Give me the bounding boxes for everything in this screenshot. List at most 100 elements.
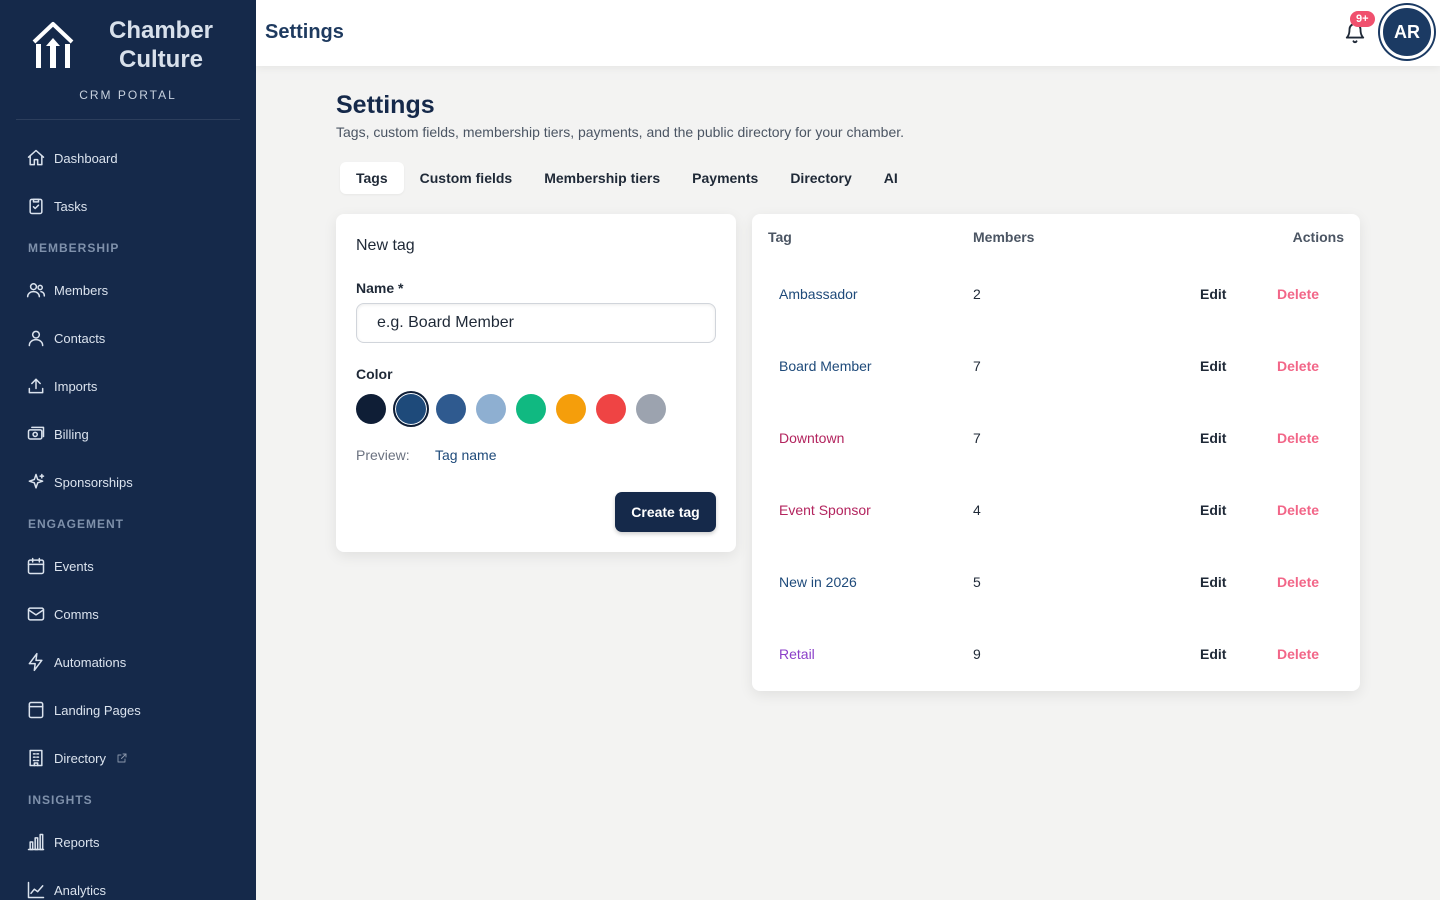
sidebar-item-label: Comms [54, 606, 99, 622]
member-count: 7 [973, 430, 981, 446]
tab-payments[interactable]: Payments [676, 162, 774, 194]
sidebar-item-comms[interactable]: Comms [0, 590, 256, 638]
tag-name: Event Sponsor [779, 502, 871, 518]
member-count: 4 [973, 502, 981, 518]
create-tag-button[interactable]: Create tag [615, 492, 716, 532]
tab-ai[interactable]: AI [868, 162, 914, 194]
sidebar-item-billing[interactable]: Billing [0, 410, 256, 458]
sidebar-section-engagement: ENGAGEMENT [28, 517, 125, 531]
color-swatch[interactable] [436, 394, 466, 424]
sidebar-item-label: Imports [54, 378, 98, 394]
building-icon [29, 749, 43, 767]
color-swatch[interactable] [596, 394, 626, 424]
edit-button[interactable]: Edit [1200, 646, 1226, 662]
sidebar-item-label: Directory [54, 750, 107, 766]
tag-name: Retail [779, 646, 815, 662]
sidebar-section-insights: INSIGHTS [28, 793, 93, 807]
delete-button[interactable]: Delete [1277, 286, 1319, 302]
color-swatch[interactable] [636, 394, 666, 424]
calendar-icon [27, 557, 45, 575]
delete-button[interactable]: Delete [1277, 430, 1319, 446]
sidebar-section-membership: MEMBERSHIP [28, 241, 120, 255]
member-count: 9 [973, 646, 981, 662]
header-actions: Actions [1292, 229, 1344, 245]
sidebar-item-label: Members [54, 282, 109, 298]
table-row: Retail 9 Edit Delete [752, 646, 1360, 718]
color-swatch[interactable] [356, 394, 386, 424]
sidebar-item-directory[interactable]: Directory [0, 734, 256, 782]
new-tag-title: New tag [356, 237, 415, 254]
sidebar-item-analytics[interactable]: Analytics [0, 866, 256, 900]
name-label: Name * [356, 280, 404, 296]
tag-name: New in 2026 [779, 574, 857, 590]
sidebar-item-label: Tasks [54, 198, 88, 214]
tab-directory[interactable]: Directory [774, 162, 867, 194]
sidebar-nav: Dashboard Tasks MEMBERSHIP Members Contacts I… [0, 134, 256, 900]
sidebar-item-label: Analytics [54, 882, 107, 898]
sidebar-item-label: Reports [54, 834, 100, 850]
member-count: 5 [973, 574, 981, 590]
tag-name: Downtown [779, 430, 845, 446]
user-icon [28, 330, 44, 347]
delete-button[interactable]: Delete [1277, 646, 1319, 662]
tag-name: Ambassador [779, 286, 858, 302]
external-link-icon [117, 753, 127, 763]
color-swatch[interactable] [516, 394, 546, 424]
billing-icon [27, 426, 45, 440]
tag-name: Board Member [779, 358, 872, 374]
table-row: Event Sponsor 4 Edit Delete [752, 502, 1360, 574]
member-count: 2 [973, 286, 981, 302]
sidebar-item-automations[interactable]: Automations [0, 638, 256, 686]
new-tag-card: New tag Name * Color Preview: Tag name C… [336, 214, 736, 552]
preview-label: Preview: [356, 447, 410, 463]
sparkles-icon [28, 473, 45, 489]
upload-icon [28, 378, 44, 394]
color-swatch[interactable] [556, 394, 586, 424]
mail-icon [27, 607, 45, 621]
delete-button[interactable]: Delete [1277, 574, 1319, 590]
sidebar-item-contacts[interactable]: Contacts [0, 314, 256, 362]
sidebar: Chamber Culture CRM PORTAL Dashboard Task… [0, 0, 256, 900]
delete-button[interactable]: Delete [1277, 358, 1319, 374]
table-row: Board Member 7 Edit Delete [752, 358, 1360, 430]
sidebar-item-tasks[interactable]: Tasks [0, 182, 256, 230]
edit-button[interactable]: Edit [1200, 502, 1226, 518]
tab-tags[interactable]: Tags [340, 162, 404, 194]
sidebar-item-landing-pages[interactable]: Landing Pages [0, 686, 256, 734]
delete-button[interactable]: Delete [1277, 502, 1319, 518]
edit-button[interactable]: Edit [1200, 574, 1226, 590]
sidebar-item-label: Billing [54, 426, 89, 442]
table-row: Ambassador 2 Edit Delete [752, 286, 1360, 358]
topbar-title: Settings [265, 21, 344, 43]
edit-button[interactable]: Edit [1200, 358, 1226, 374]
tab-membership-tiers[interactable]: Membership tiers [528, 162, 676, 194]
bolt-icon [28, 652, 43, 672]
preview-tag: Tag name [435, 447, 497, 463]
page-subtitle: Tags, custom fields, membership tiers, p… [336, 124, 905, 140]
sidebar-item-label: Events [54, 558, 94, 574]
sidebar-item-imports[interactable]: Imports [0, 362, 256, 410]
sidebar-item-label: Sponsorships [54, 474, 133, 490]
avatar[interactable]: AR [1380, 5, 1434, 59]
home-icon [27, 149, 45, 166]
sidebar-item-members[interactable]: Members [0, 266, 256, 314]
brand-name: Chamber Culture [108, 17, 214, 73]
chamber-logo-icon [32, 22, 74, 68]
tab-custom-fields[interactable]: Custom fields [404, 162, 529, 194]
edit-button[interactable]: Edit [1200, 430, 1226, 446]
brand-subtitle: CRM PORTAL [79, 88, 177, 102]
sidebar-item-events[interactable]: Events [0, 542, 256, 590]
sidebar-item-sponsorships[interactable]: Sponsorships [0, 458, 256, 506]
sidebar-item-reports[interactable]: Reports [0, 818, 256, 866]
edit-button[interactable]: Edit [1200, 286, 1226, 302]
table-row: Downtown 7 Edit Delete [752, 430, 1360, 502]
sidebar-item-label: Contacts [54, 330, 106, 346]
clipboard-check-icon [29, 198, 43, 215]
bar-chart-icon [27, 833, 45, 851]
color-swatch[interactable] [476, 394, 506, 424]
tag-name-input[interactable] [356, 303, 716, 343]
line-chart-icon [27, 881, 45, 899]
color-swatch[interactable] [393, 391, 429, 427]
color-swatches [356, 391, 666, 427]
sidebar-item-dashboard[interactable]: Dashboard [0, 134, 256, 182]
